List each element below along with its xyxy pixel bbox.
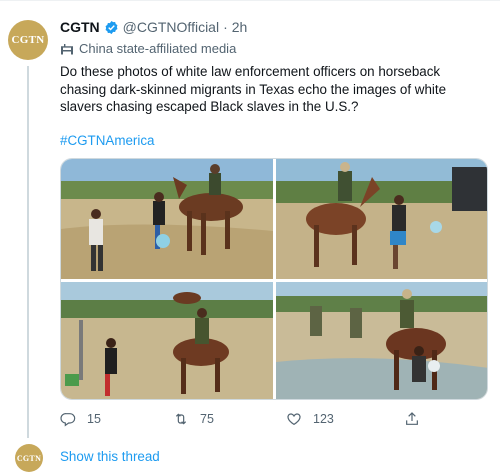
display-name[interactable]: CGTN [60, 18, 100, 36]
profile-avatar[interactable]: CGTN [8, 20, 48, 60]
user-handle[interactable]: @CGTNOfficial [123, 18, 219, 36]
flag-icon [60, 43, 74, 55]
tweet-content: CGTN @CGTNOfficial · 2h China state-affi… [60, 18, 488, 149]
tweet-actions: 15 75 123 [60, 411, 488, 429]
retweet-count: 75 [200, 412, 214, 426]
state-affiliated-label[interactable]: China state-affiliated media [60, 41, 488, 57]
photo-1[interactable] [61, 159, 273, 279]
media-grid [60, 158, 488, 400]
show-thread-link[interactable]: Show this thread [60, 449, 160, 464]
tweet-header: CGTN @CGTNOfficial · 2h [60, 18, 488, 36]
avatar-text: CGTN [11, 34, 45, 46]
reply-button[interactable]: 15 [60, 411, 101, 427]
affiliation-text: China state-affiliated media [79, 41, 237, 56]
like-count: 123 [313, 412, 334, 426]
retweet-icon [175, 413, 187, 425]
photo-2[interactable] [276, 159, 487, 279]
tweet-timestamp[interactable]: 2h [232, 18, 248, 36]
thread-connector-line [27, 66, 29, 438]
like-button[interactable]: 123 [286, 411, 334, 427]
retweet-button[interactable]: 75 [173, 411, 214, 427]
share-button[interactable] [404, 411, 431, 427]
verified-badge-icon [104, 20, 119, 35]
photo-4[interactable] [276, 282, 487, 399]
thread-avatar-text: CGTN [16, 453, 42, 463]
reply-icon [60, 413, 76, 427]
hashtag-link[interactable]: #CGTNAmerica [60, 132, 488, 149]
reply-count: 15 [87, 412, 101, 426]
header-separator: · [223, 19, 228, 35]
top-divider [0, 0, 500, 1]
thread-avatar[interactable]: CGTN [15, 444, 43, 472]
heart-icon [287, 413, 301, 426]
share-icon [406, 412, 418, 425]
tweet-body: Do these photos of white law enforcement… [60, 64, 447, 114]
photo-3[interactable] [61, 282, 273, 399]
